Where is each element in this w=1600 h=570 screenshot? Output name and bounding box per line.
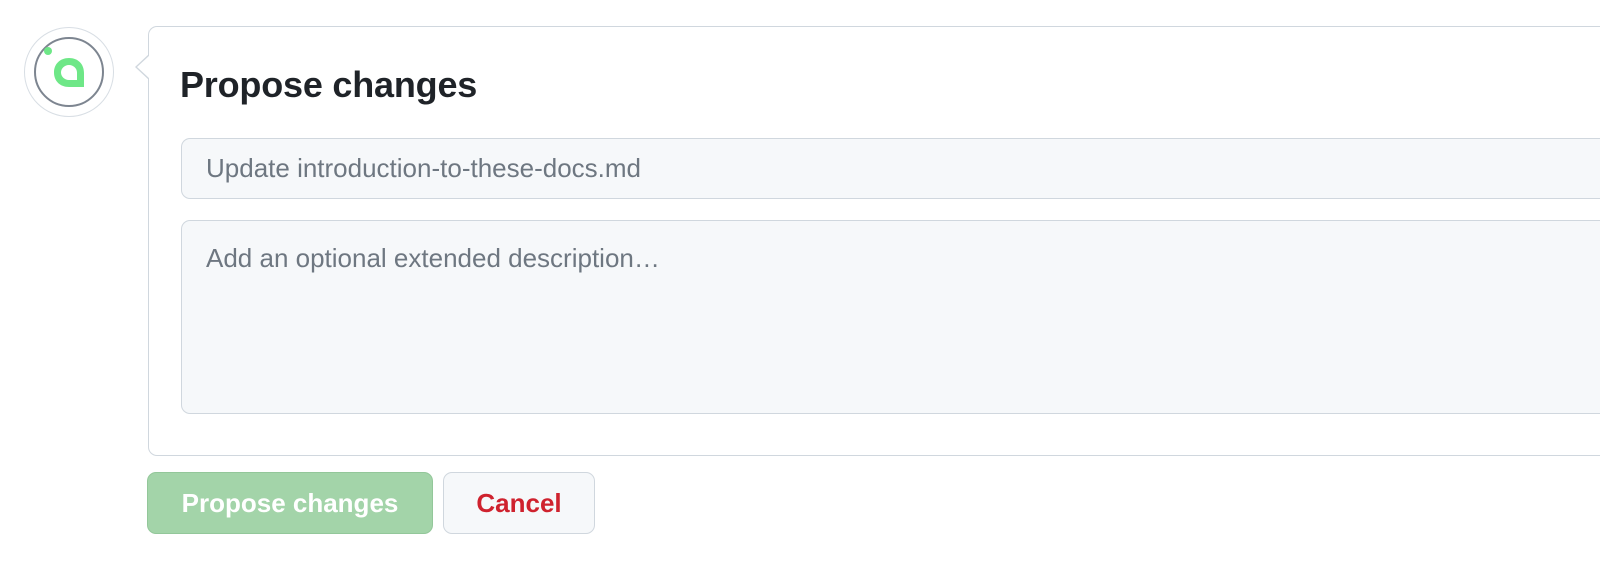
propose-changes-button-label: Propose changes — [181, 487, 399, 518]
cancel-button[interactable]: Cancel — [443, 472, 595, 534]
propose-changes-page: Propose changes Propose changes Cancel — [0, 0, 1600, 570]
page-title: Propose changes — [180, 64, 478, 105]
avatar[interactable] — [24, 27, 114, 117]
bot-logo-icon — [31, 34, 107, 110]
propose-changes-button[interactable]: Propose changes — [147, 472, 433, 534]
commit-summary-input[interactable] — [181, 138, 1600, 199]
commit-description-textarea[interactable] — [181, 220, 1600, 414]
cancel-button-label: Cancel — [476, 487, 562, 518]
